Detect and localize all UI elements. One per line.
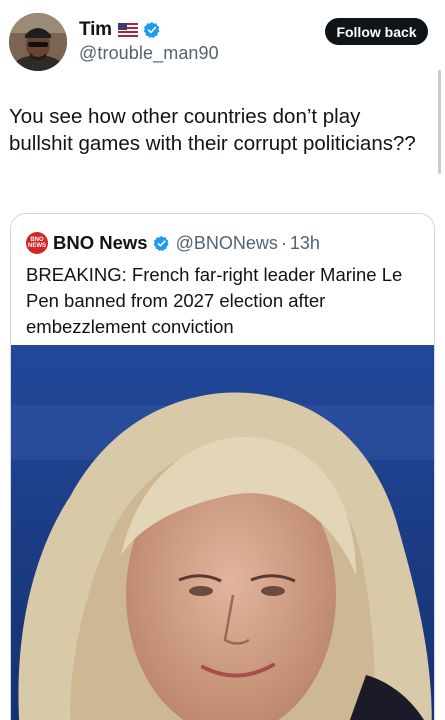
separator-dot: ·	[280, 232, 287, 253]
verified-badge-icon	[143, 21, 161, 39]
quoted-tweet-card[interactable]: BNO NEWS BNO News @BNONews · 13h BREAKIN…	[10, 213, 435, 720]
bno-news-logo[interactable]: BNO NEWS	[26, 232, 48, 254]
author-name-row: Tim	[79, 19, 161, 41]
quoted-author-handle[interactable]: @BNONews	[176, 233, 278, 254]
author-name[interactable]: Tim	[79, 19, 112, 41]
scrollbar[interactable]	[438, 70, 441, 174]
author-handle[interactable]: @trouble_man90	[79, 43, 219, 64]
tweet-text: You see how other countries don’t play b…	[9, 105, 416, 155]
news-photo[interactable]	[11, 345, 434, 720]
quoted-timestamp[interactable]: 13h	[290, 233, 320, 254]
quoted-author-name[interactable]: BNO News	[53, 232, 148, 254]
tweet-header: Tim @trouble_man90 Follow back	[0, 0, 445, 80]
portrait-image	[11, 345, 434, 720]
avatar-image	[9, 13, 67, 71]
us-flag-icon	[117, 23, 138, 37]
quoted-tweet-header: BNO NEWS BNO News @BNONews · 13h	[26, 231, 320, 255]
bno-logo-text-bottom: NEWS	[28, 243, 46, 249]
quoted-tweet-text: BREAKING: French far-right leader Marine…	[26, 264, 403, 337]
verified-badge-icon	[153, 235, 169, 251]
follow-back-button[interactable]: Follow back	[325, 18, 428, 45]
author-avatar[interactable]	[9, 13, 67, 71]
